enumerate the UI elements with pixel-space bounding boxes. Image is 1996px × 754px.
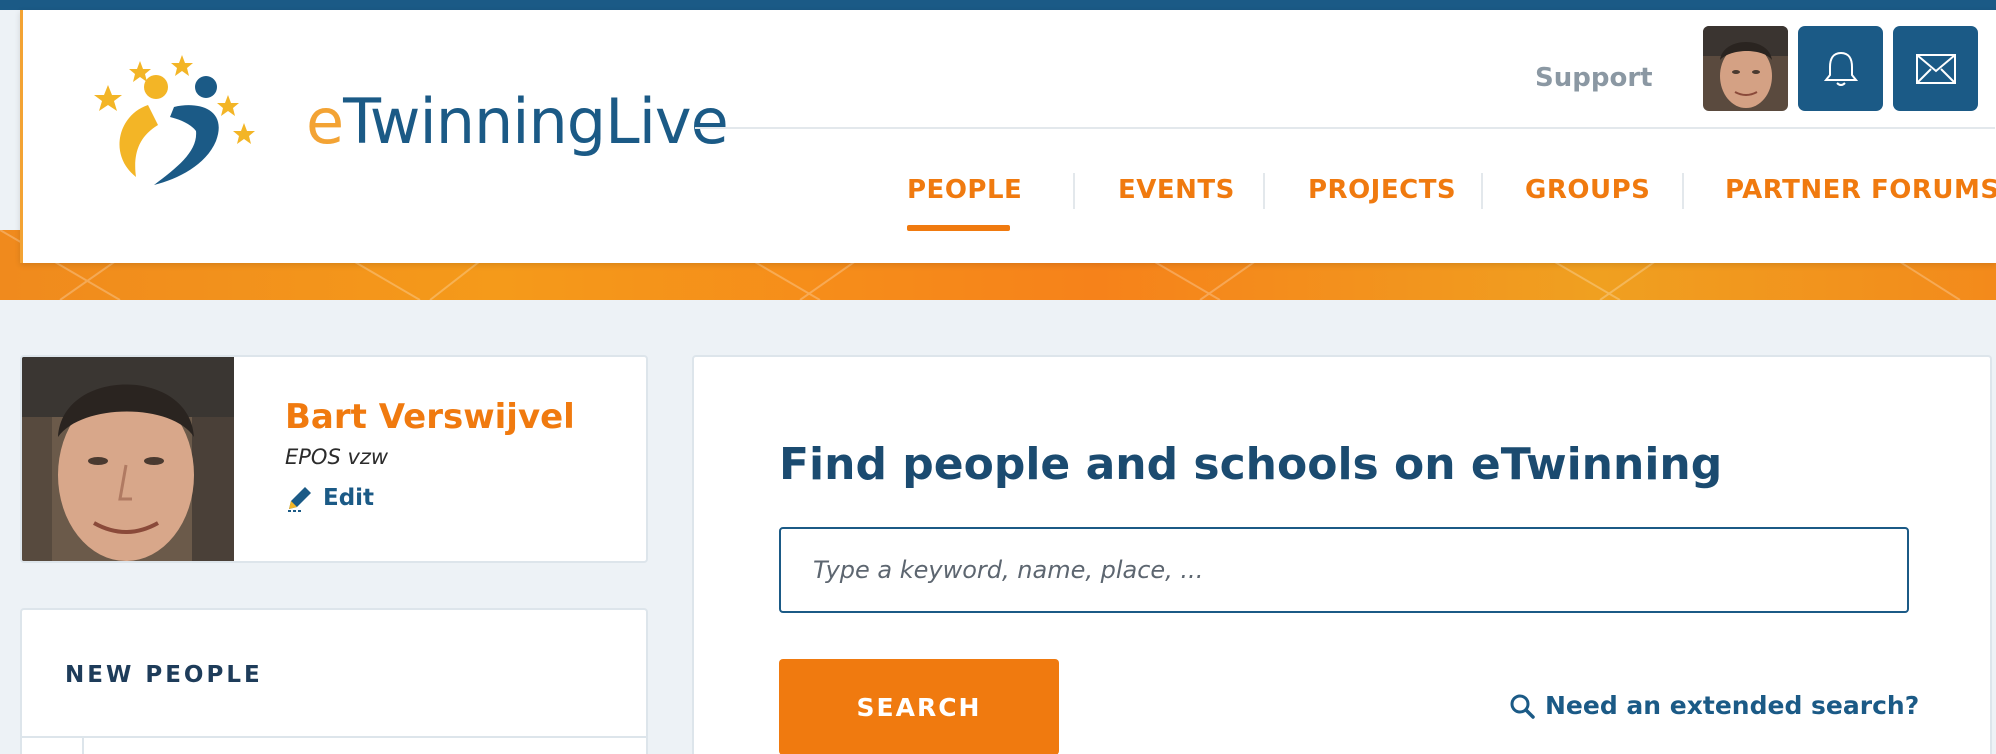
logo-wordmark: eTwinningLive <box>306 85 729 158</box>
new-people-divider <box>22 736 646 738</box>
bell-icon <box>1823 51 1858 86</box>
profile-card: Bart Verswijvel EPOS vzw Edit <box>20 355 648 563</box>
new-people-card: NEW PEOPLE <box>20 608 648 754</box>
nav-separator <box>1073 173 1075 209</box>
edit-profile-link[interactable]: Edit <box>285 483 374 513</box>
profile-organization: EPOS vzw <box>285 445 389 469</box>
new-people-title: NEW PEOPLE <box>65 662 263 688</box>
user-avatar[interactable] <box>1703 26 1788 111</box>
search-button[interactable]: SEARCH <box>779 659 1059 754</box>
nav-events[interactable]: EVENTS <box>1118 175 1235 205</box>
search-card: Find people and schools on eTwinning SEA… <box>692 355 1992 754</box>
logo-figures-icon <box>94 55 255 185</box>
etwinning-logo[interactable]: eTwinningLive <box>78 45 729 195</box>
search-title: Find people and schools on eTwinning <box>779 439 1723 490</box>
extended-search-link[interactable]: Need an extended search? <box>1509 691 1919 720</box>
notifications-button[interactable] <box>1798 26 1883 111</box>
logo-text: TwinningLive <box>343 85 729 158</box>
nav-groups[interactable]: GROUPS <box>1525 175 1650 205</box>
extended-search-label: Need an extended search? <box>1545 691 1920 720</box>
support-link[interactable]: Support <box>1535 63 1653 93</box>
edit-label: Edit <box>323 485 375 511</box>
search-input[interactable] <box>779 527 1909 613</box>
nav-people[interactable]: PEOPLE <box>907 175 1022 205</box>
nav-projects[interactable]: PROJECTS <box>1308 175 1456 205</box>
nav-partner-forums[interactable]: PARTNER FORUMS <box>1725 175 1996 205</box>
messages-button[interactable] <box>1893 26 1978 111</box>
site-header: eTwinningLive Support PEOPLE EVENTS PROJ… <box>20 10 1996 263</box>
mail-icon <box>1915 53 1956 84</box>
nav-active-indicator <box>907 225 1010 231</box>
top-stripe <box>0 0 1996 10</box>
search-icon <box>1510 694 1535 719</box>
profile-photo[interactable] <box>22 357 234 561</box>
nav-separator <box>1263 173 1265 209</box>
header-divider <box>695 127 1995 129</box>
nav-separator <box>1682 173 1684 209</box>
nav-separator <box>1481 173 1483 209</box>
profile-name[interactable]: Bart Verswijvel <box>285 397 575 437</box>
pencil-icon <box>288 487 311 512</box>
logo-e-letter: e <box>306 85 344 158</box>
new-people-list-edge <box>82 736 84 754</box>
